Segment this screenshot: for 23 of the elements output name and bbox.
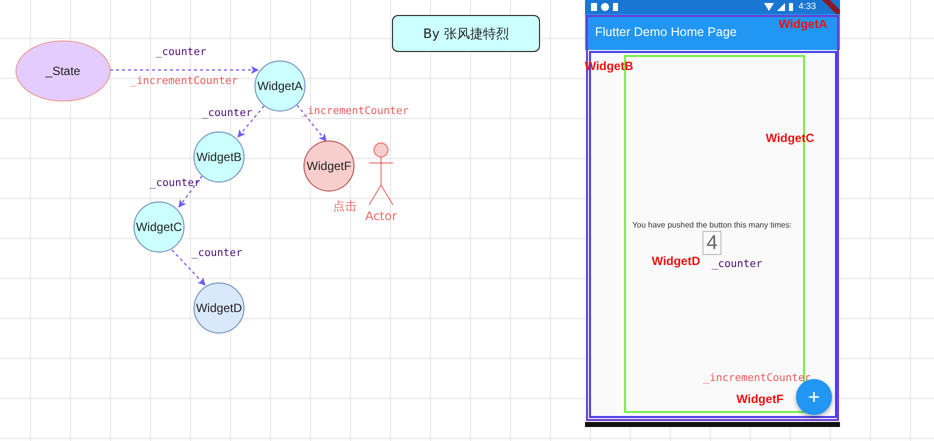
actor-figure <box>368 142 394 206</box>
app-title: Flutter Demo Home Page <box>595 25 737 39</box>
widget-label: WidgetA <box>778 17 828 31</box>
diagram-node: WidgetF <box>304 140 354 192</box>
edge-label: _counter <box>156 46 206 58</box>
edge-label: _incrementCounter <box>130 75 238 87</box>
widget-label: WidgetD <box>652 254 700 268</box>
widget-label: WidgetF <box>736 392 784 406</box>
status-time: 4:33 <box>798 1 816 11</box>
diagram-node: _State <box>16 40 110 102</box>
action-label: 点击 <box>333 199 357 213</box>
annotation-label: _counter <box>712 258 762 270</box>
counter-value: 4 <box>702 231 722 255</box>
edge-label: _counter <box>202 107 252 119</box>
actor-label: Actor <box>365 209 397 223</box>
plus-icon <box>809 392 819 402</box>
diagram-node: WidgetC <box>134 202 184 252</box>
edge-label: _counter <box>192 247 242 259</box>
counter-message: You have pushed the button this many times: <box>632 220 792 230</box>
signal-icons <box>764 3 794 11</box>
credit-label: By 张风捷特烈 <box>392 15 540 52</box>
diagram-node: WidgetA <box>254 60 306 112</box>
diagram-node: WidgetD <box>194 282 244 334</box>
